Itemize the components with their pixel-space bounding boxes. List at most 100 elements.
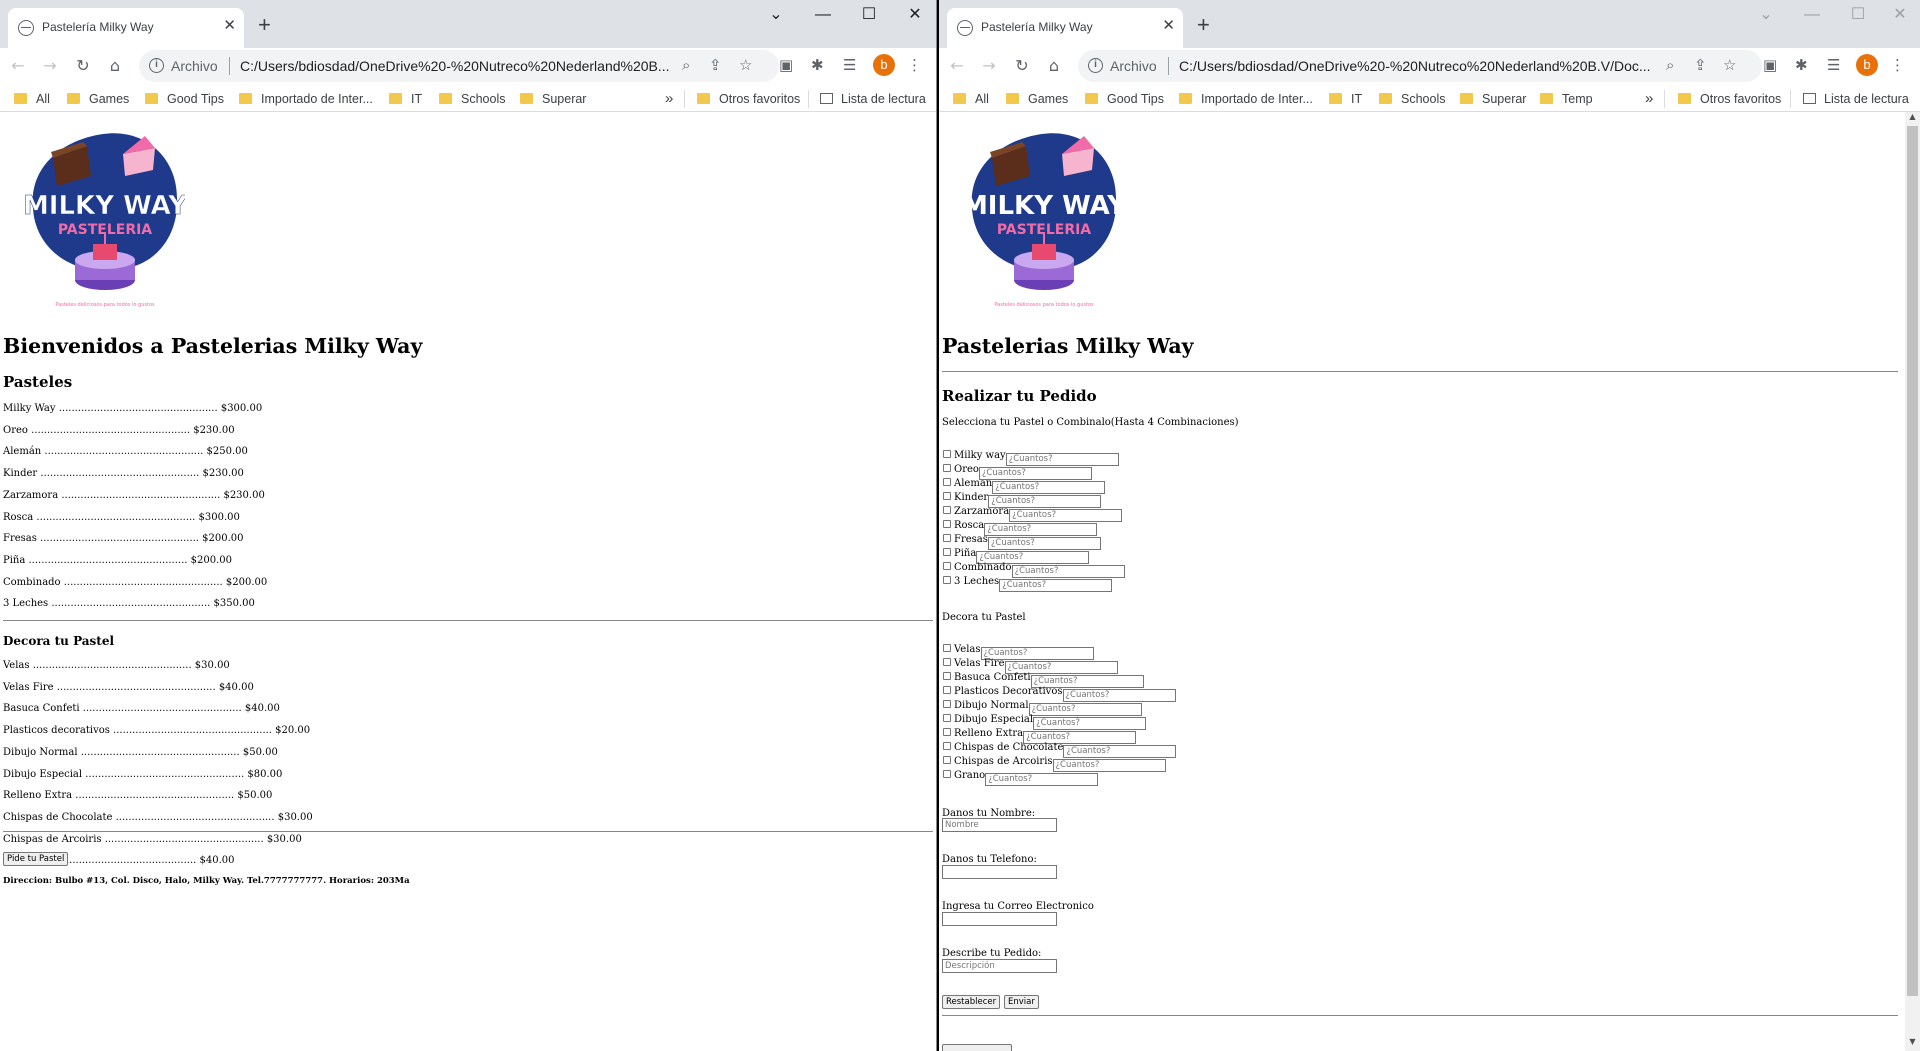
tab-pasteleria[interactable]: Pastelería Milky Way ✕ xyxy=(8,8,244,48)
bookmark-superar[interactable]: Superar xyxy=(1460,92,1526,106)
media-icon[interactable]: ☰ xyxy=(843,56,856,74)
close-window-button[interactable]: ✕ xyxy=(1885,4,1915,26)
checkbox[interactable] xyxy=(943,672,951,680)
description-field[interactable]: Descripción xyxy=(942,959,1057,973)
bookmark-temp[interactable]: Temp xyxy=(1540,92,1593,106)
reload-icon[interactable]: ↻ xyxy=(73,56,93,76)
star-icon[interactable]: ☆ xyxy=(739,56,752,74)
checkbox[interactable] xyxy=(943,756,951,764)
checkbox[interactable] xyxy=(943,576,951,584)
new-tab-button[interactable]: + xyxy=(258,14,271,36)
partial-button[interactable] xyxy=(942,1044,1012,1051)
maximize-button[interactable]: ☐ xyxy=(1843,4,1873,26)
star-icon[interactable]: ☆ xyxy=(1723,56,1736,74)
menu-icon[interactable]: ⋮ xyxy=(1890,56,1905,74)
home-icon[interactable]: ⌂ xyxy=(1044,56,1064,76)
pide-tu-pastel-button[interactable]: Pide tu Pastel xyxy=(3,852,69,866)
bookmark-games[interactable]: Games xyxy=(67,92,129,106)
bookmark-good-tips[interactable]: Good Tips xyxy=(1085,92,1164,106)
tab-pasteleria[interactable]: Pastelería Milky Way ✕ xyxy=(947,8,1183,48)
checkbox[interactable] xyxy=(943,644,951,652)
menu-icon[interactable]: ⋮ xyxy=(907,56,922,74)
reset-button[interactable]: Restablecer xyxy=(942,995,1001,1009)
close-tab-icon[interactable]: ✕ xyxy=(223,17,236,35)
checkbox[interactable] xyxy=(943,506,951,514)
extension-icon[interactable]: ▣ xyxy=(1763,56,1777,74)
media-icon[interactable]: ☰ xyxy=(1827,56,1840,74)
extension-icon[interactable]: ▣ xyxy=(779,56,793,74)
checkbox[interactable] xyxy=(943,770,951,778)
checkbox[interactable] xyxy=(943,534,951,542)
checkbox[interactable] xyxy=(943,562,951,570)
bookmark-importado[interactable]: Importado de Inter... xyxy=(239,92,373,106)
close-window-button[interactable]: ✕ xyxy=(900,4,930,26)
bookmark-good-tips[interactable]: Good Tips xyxy=(145,92,224,106)
checkbox[interactable] xyxy=(943,658,951,666)
bookmark-otros-favoritos[interactable]: Otros favoritos xyxy=(1678,92,1781,106)
checkbox[interactable] xyxy=(943,464,951,472)
bookmark-otros-favoritos[interactable]: Otros favoritos xyxy=(697,92,800,106)
back-icon[interactable]: ← xyxy=(8,56,28,76)
info-icon[interactable]: i xyxy=(149,58,164,73)
zoom-icon[interactable]: ⌕ xyxy=(682,56,690,74)
puzzle-icon[interactable]: ✱ xyxy=(1795,56,1808,74)
back-icon[interactable]: ← xyxy=(947,56,967,76)
tab-search-icon[interactable]: ⌄ xyxy=(761,4,791,26)
bookmark-all[interactable]: All xyxy=(953,92,989,106)
name-field[interactable]: Nombre xyxy=(942,818,1057,832)
bookmark-importado[interactable]: Importado de Inter... xyxy=(1179,92,1313,106)
address-bar[interactable]: i Archivo C:/Users/bdiosdad/OneDrive%20-… xyxy=(1078,50,1762,82)
profile-avatar[interactable]: b xyxy=(873,54,895,76)
new-tab-button[interactable]: + xyxy=(1197,14,1210,36)
close-tab-icon[interactable]: ✕ xyxy=(1162,17,1175,35)
phone-field[interactable] xyxy=(942,865,1057,879)
home-icon[interactable]: ⌂ xyxy=(105,56,125,76)
logo-title: MILKY WAY xyxy=(964,191,1124,221)
checkbox[interactable] xyxy=(943,714,951,722)
submit-button[interactable]: Enviar xyxy=(1004,995,1039,1009)
scroll-up-arrow[interactable]: ▲ xyxy=(1905,112,1920,126)
info-icon[interactable]: i xyxy=(1088,58,1103,73)
checkbox[interactable] xyxy=(943,492,951,500)
bookmark-superar[interactable]: Superar xyxy=(520,92,586,106)
more-bookmarks-icon[interactable]: » xyxy=(665,90,673,107)
forward-icon[interactable]: → xyxy=(979,56,999,76)
reading-list[interactable]: Lista de lectura xyxy=(1803,92,1909,106)
forward-icon[interactable]: → xyxy=(40,56,60,76)
email-field[interactable] xyxy=(942,912,1057,926)
checkbox[interactable] xyxy=(943,450,951,458)
checkbox[interactable] xyxy=(943,728,951,736)
quantity-input[interactable]: ¿Cuantos? xyxy=(985,773,1099,786)
bookmark-schools[interactable]: Schools xyxy=(439,92,505,106)
bookmark-schools[interactable]: Schools xyxy=(1379,92,1445,106)
bookmark-it[interactable]: IT xyxy=(1329,92,1362,106)
quantity-input[interactable]: ¿Cuantos? xyxy=(999,579,1113,592)
checkbox[interactable] xyxy=(943,686,951,694)
minimize-button[interactable]: — xyxy=(1797,4,1827,26)
maximize-button[interactable]: ☐ xyxy=(854,4,884,26)
scroll-down-arrow[interactable]: ▼ xyxy=(1905,1037,1920,1051)
share-icon[interactable]: ⇪ xyxy=(709,56,722,74)
checkbox[interactable] xyxy=(943,478,951,486)
zoom-icon[interactable]: ⌕ xyxy=(1666,56,1674,74)
bookmark-it[interactable]: IT xyxy=(389,92,422,106)
bookmark-all[interactable]: All xyxy=(14,92,50,106)
scrollbar-thumb[interactable] xyxy=(1907,126,1918,996)
checkbox[interactable] xyxy=(943,548,951,556)
puzzle-icon[interactable]: ✱ xyxy=(811,56,824,74)
vertical-scrollbar[interactable]: ▲ ▼ xyxy=(1905,112,1920,1051)
reload-icon[interactable]: ↻ xyxy=(1012,56,1032,76)
checkbox[interactable] xyxy=(943,700,951,708)
checkbox[interactable] xyxy=(943,520,951,528)
bookmark-games[interactable]: Games xyxy=(1006,92,1068,106)
checkbox[interactable] xyxy=(943,742,951,750)
url-text[interactable]: C:/Users/bdiosdad/OneDrive%20-%20Nutreco… xyxy=(1179,58,1657,74)
profile-avatar[interactable]: b xyxy=(1856,54,1878,76)
minimize-button[interactable]: — xyxy=(808,4,838,26)
share-icon[interactable]: ⇪ xyxy=(1694,56,1707,74)
tab-search-icon[interactable]: ⌄ xyxy=(1751,4,1781,26)
url-text[interactable]: C:/Users/bdiosdad/OneDrive%20-%20Nutreco… xyxy=(240,58,675,74)
more-bookmarks-icon[interactable]: » xyxy=(1645,90,1653,107)
address-bar[interactable]: i Archivo C:/Users/bdiosdad/OneDrive%20-… xyxy=(139,50,779,82)
reading-list[interactable]: Lista de lectura xyxy=(820,92,926,106)
